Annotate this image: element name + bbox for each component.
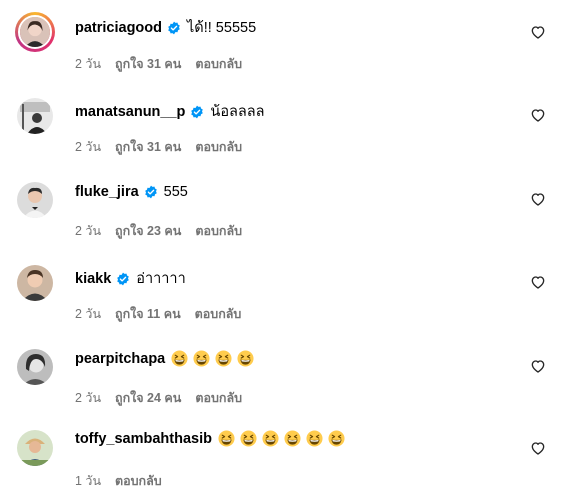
reply-button[interactable]: ตอบกลับ xyxy=(195,304,242,324)
grinning-squinting-face-emoji-icon xyxy=(240,430,257,447)
comment-username[interactable]: manatsanun__p xyxy=(75,104,185,120)
grinning-squinting-face-emoji-icon xyxy=(218,430,235,447)
grinning-squinting-face-emoji-icon xyxy=(328,430,345,447)
comment-time: 2 วัน xyxy=(75,57,101,71)
comment-username[interactable]: toffy_sambahthasib xyxy=(75,431,212,447)
comment-time: 2 วัน xyxy=(75,307,101,321)
comment-username[interactable]: fluke_jira xyxy=(75,184,139,200)
heart-outline-icon[interactable] xyxy=(530,440,546,456)
comment-item: manatsanun__p น้อลลลล 2 วัน ถูกใจ 31 คน … xyxy=(0,84,561,164)
comment-emojis xyxy=(218,430,350,447)
comment-time: 2 วัน xyxy=(75,140,101,154)
grinning-squinting-face-emoji-icon xyxy=(262,430,279,447)
grinning-squinting-face-emoji-icon xyxy=(284,430,301,447)
verified-badge-icon xyxy=(116,272,130,286)
grinning-squinting-face-emoji-icon xyxy=(215,350,232,367)
avatar[interactable] xyxy=(17,182,53,218)
avatar[interactable] xyxy=(17,349,53,385)
avatar[interactable] xyxy=(17,265,53,301)
heart-outline-icon[interactable] xyxy=(530,274,546,290)
heart-outline-icon[interactable] xyxy=(530,107,546,123)
heart-outline-icon[interactable] xyxy=(530,358,546,374)
reply-button[interactable]: ตอบกลับ xyxy=(195,221,242,241)
comment-time: 2 วัน xyxy=(75,224,101,238)
comment-likes[interactable]: ถูกใจ 24 คน xyxy=(115,388,181,408)
avatar[interactable] xyxy=(15,12,55,52)
avatar[interactable] xyxy=(17,430,53,466)
comment-likes[interactable]: ถูกใจ 11 คน xyxy=(115,304,181,324)
reply-button[interactable]: ตอบกลับ xyxy=(195,54,242,74)
verified-badge-icon xyxy=(190,105,204,119)
comment-username[interactable]: patriciagood xyxy=(75,20,162,36)
avatar[interactable] xyxy=(17,98,53,134)
grinning-squinting-face-emoji-icon xyxy=(193,350,210,367)
comment-text: น้อลลลล xyxy=(210,104,265,120)
comment-item: toffy_sambahthasib 1 วัน ตอบกลับ xyxy=(0,420,561,500)
heart-outline-icon[interactable] xyxy=(530,191,546,207)
comment-item: patriciagood ได้!! 55555 2 วัน ถูกใจ 31 … xyxy=(0,0,561,80)
comment-text: อ่าาาาา xyxy=(136,271,186,287)
comment-time: 1 วัน xyxy=(75,474,101,488)
comment-item: kiakk อ่าาาาา 2 วัน ถูกใจ 11 คน ตอบกลับ xyxy=(0,252,561,332)
grinning-squinting-face-emoji-icon xyxy=(306,430,323,447)
comment-username[interactable]: pearpitchapa xyxy=(75,351,165,367)
comment-likes[interactable]: ถูกใจ 31 คน xyxy=(115,137,181,157)
grinning-squinting-face-emoji-icon xyxy=(171,350,188,367)
reply-button[interactable]: ตอบกลับ xyxy=(115,471,162,491)
comment-emojis xyxy=(171,350,259,367)
comment-item: pearpitchapa 2 วัน ถูกใจ 24 คน ตอบกลับ xyxy=(0,336,561,416)
verified-badge-icon xyxy=(167,21,181,35)
comment-item: fluke_jira 555 2 วัน ถูกใจ 23 คน ตอบกลับ xyxy=(0,168,561,248)
comment-username[interactable]: kiakk xyxy=(75,271,111,287)
comment-time: 2 วัน xyxy=(75,391,101,405)
comment-text: ได้!! 55555 xyxy=(187,20,257,36)
comment-likes[interactable]: ถูกใจ 31 คน xyxy=(115,54,181,74)
heart-outline-icon[interactable] xyxy=(530,24,546,40)
verified-badge-icon xyxy=(144,185,158,199)
reply-button[interactable]: ตอบกลับ xyxy=(195,137,242,157)
grinning-squinting-face-emoji-icon xyxy=(237,350,254,367)
comment-likes[interactable]: ถูกใจ 23 คน xyxy=(115,221,181,241)
comment-text: 555 xyxy=(163,184,188,200)
reply-button[interactable]: ตอบกลับ xyxy=(195,388,242,408)
